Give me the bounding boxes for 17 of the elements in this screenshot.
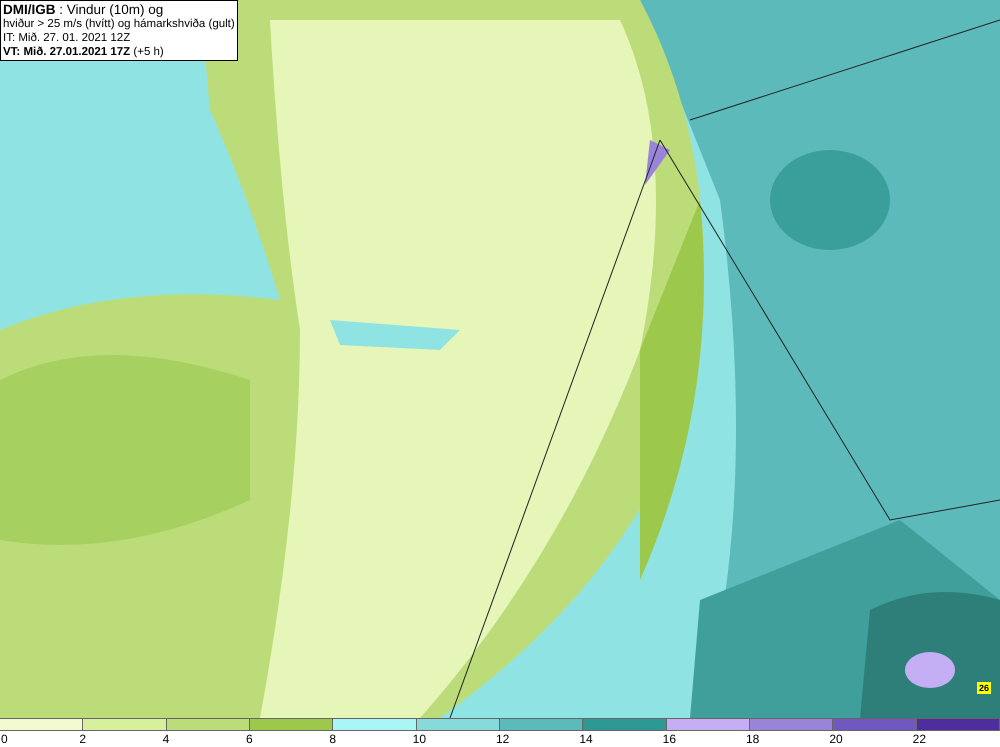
- legend-label: 22: [912, 731, 926, 747]
- legend-label: 4: [162, 731, 170, 747]
- max-gust-badge: 26: [977, 682, 992, 694]
- caption-line: IT: Mið. 27. 01. 2021 12Z: [3, 31, 132, 45]
- legend-label: 0: [1, 731, 8, 747]
- legend-label: 16: [662, 731, 676, 747]
- legend-label: 8: [329, 731, 336, 747]
- caption-line: hviður > 25 m/s (hvítt) og hámarkshviða (gult): [3, 17, 235, 31]
- legend-label: 20: [829, 731, 843, 747]
- legend-label: 10: [412, 731, 426, 747]
- legend-label: 14: [579, 731, 593, 747]
- legend-label: 18: [746, 731, 760, 747]
- caption-line: VT: Mið. 27.01.2021 17Z (+5 h): [3, 45, 165, 59]
- caption-line: DMI/IGB : Vindur (10m) og: [3, 2, 164, 17]
- legend-label: 6: [246, 731, 253, 747]
- legend-label: 2: [79, 731, 86, 747]
- legend-label: 12: [496, 731, 510, 747]
